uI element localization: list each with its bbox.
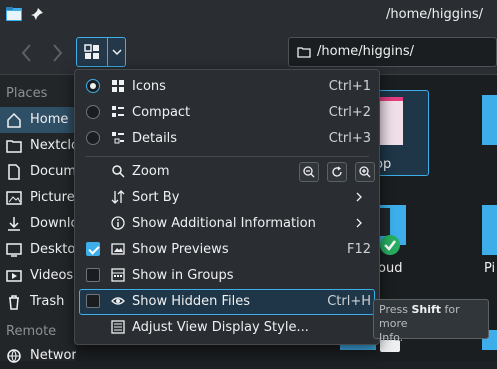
menu-item-label: Zoom <box>132 164 170 179</box>
sidebar-item-pictures[interactable]: Pictures <box>0 185 81 211</box>
trash-icon <box>9 295 19 310</box>
submenu-arrow-icon <box>356 192 362 202</box>
shortcut: Ctrl+2 <box>328 105 371 120</box>
menu-item-additional-info[interactable]: Show Additional Information <box>79 211 375 237</box>
sidebar-item-videos[interactable]: Videos <box>0 263 76 289</box>
video-icon <box>6 270 22 282</box>
shortcut: Ctrl+H <box>327 294 371 309</box>
image-icon <box>6 191 22 205</box>
sidebar-item-home[interactable]: Home <box>0 107 76 133</box>
reset-zoom-icon <box>332 166 342 177</box>
tooltip-text: Press <box>379 303 412 316</box>
icons-view-icon <box>84 44 99 59</box>
menu-item-zoom: Zoom <box>79 159 375 185</box>
groups-icon <box>111 268 125 282</box>
view-mode-button[interactable] <box>76 37 126 67</box>
pin-icon[interactable] <box>30 7 44 21</box>
menu-item-show-in-groups[interactable]: Show in Groups <box>79 263 375 289</box>
zoom-icon <box>112 165 125 178</box>
forward-icon[interactable] <box>48 42 66 64</box>
places-header: Places <box>6 86 48 101</box>
eye-icon <box>111 297 125 305</box>
sidebar-item-nextcloud[interactable]: Nextcloud <box>0 133 96 159</box>
menu-divider <box>85 156 369 157</box>
compact-view-icon <box>112 106 124 117</box>
checkbox[interactable] <box>86 268 100 282</box>
submenu-arrow-icon <box>356 218 362 228</box>
shortcut: Ctrl+3 <box>328 131 371 146</box>
sort-icon <box>111 190 125 204</box>
menu-item-label: Icons <box>132 79 166 94</box>
file-label: oud <box>378 261 403 276</box>
zoom-in-icon <box>359 166 371 178</box>
details-view-icon <box>112 132 124 144</box>
menu-item-label: Sort By <box>132 190 180 205</box>
menu-item-show-hidden-files[interactable]: Show Hidden Files Ctrl+H <box>79 289 375 315</box>
sidebar-item-label: Videos <box>30 268 74 283</box>
menu-item-label: Show Hidden Files <box>132 294 250 309</box>
address-text: /home/higgins/ <box>317 44 414 59</box>
tooltip-text: Info. <box>379 331 404 344</box>
sidebar-item-documents[interactable]: Documents <box>0 159 104 185</box>
radio[interactable] <box>86 105 100 119</box>
folder-app-icon <box>6 7 22 21</box>
tooltip: Press Shift for more Info. <box>373 299 489 344</box>
menu-item-sort-by[interactable]: Sort By <box>79 185 375 211</box>
zoom-out-button[interactable] <box>299 162 319 182</box>
image-icon <box>111 243 125 255</box>
window-title: /home/higgins/ <box>386 7 483 22</box>
folder-icon <box>297 47 311 58</box>
network-icon <box>7 349 21 363</box>
sidebar-item-trash[interactable]: Trash <box>0 289 76 315</box>
back-icon[interactable] <box>18 42 36 64</box>
shortcut: F12 <box>346 242 371 257</box>
menu-item-label: Show in Groups <box>132 268 234 283</box>
menu-item-label: Adjust View Display Style... <box>132 320 309 335</box>
menu-item-label: Show Additional Information <box>132 216 316 231</box>
folder-thumb[interactable] <box>482 205 497 255</box>
remote-header: Remote <box>6 324 57 339</box>
menu-item-label: Show Previews <box>132 242 229 257</box>
sidebar-item-downloads[interactable]: Downloads <box>0 211 101 237</box>
desktop-icon <box>6 243 22 257</box>
menu-item-label: Details <box>132 131 178 146</box>
home-icon <box>7 112 21 128</box>
view-style-icon <box>111 320 125 334</box>
checkbox-checked[interactable] <box>86 242 100 256</box>
tooltip-key: Shift <box>411 303 442 316</box>
menu-item-compact[interactable]: Compact Ctrl+2 <box>79 100 375 126</box>
checkbox[interactable] <box>86 294 100 308</box>
check-badge-icon <box>380 235 400 255</box>
shortcut: Ctrl+1 <box>328 79 371 94</box>
menu-item-adjust-view-style[interactable]: Adjust View Display Style... <box>79 315 375 341</box>
folder-thumb[interactable] <box>482 95 497 145</box>
sidebar-item-desktop[interactable]: Desktop <box>0 237 84 263</box>
menu-item-label: Compact <box>132 105 191 120</box>
view-mode-menu: Icons Ctrl+1 Compact Ctrl+2 Details Ctrl… <box>74 69 380 345</box>
thumbnail-page <box>379 101 403 145</box>
sidebar-item-network[interactable]: Network <box>0 343 84 369</box>
menu-item-show-previews[interactable]: Show Previews F12 <box>79 237 375 263</box>
zoom-reset-button[interactable] <box>327 162 347 182</box>
radio[interactable] <box>86 131 100 145</box>
address-bar[interactable]: /home/higgins/ <box>288 37 497 67</box>
info-icon <box>111 216 125 230</box>
file-label: Pi <box>484 261 496 276</box>
menu-item-icons[interactable]: Icons Ctrl+1 <box>79 74 375 100</box>
chevron-down-icon[interactable] <box>112 48 122 56</box>
zoom-in-button[interactable] <box>355 162 375 182</box>
sidebar-item-label: Trash <box>30 294 65 309</box>
menu-item-details[interactable]: Details Ctrl+3 <box>79 126 375 152</box>
radio-selected[interactable] <box>86 79 100 93</box>
document-icon <box>8 164 20 180</box>
sidebar-item-label: Home <box>30 112 69 127</box>
zoom-out-icon <box>303 166 315 178</box>
folder-icon <box>6 140 22 153</box>
icons-view-icon <box>112 80 124 92</box>
download-icon <box>8 217 20 231</box>
